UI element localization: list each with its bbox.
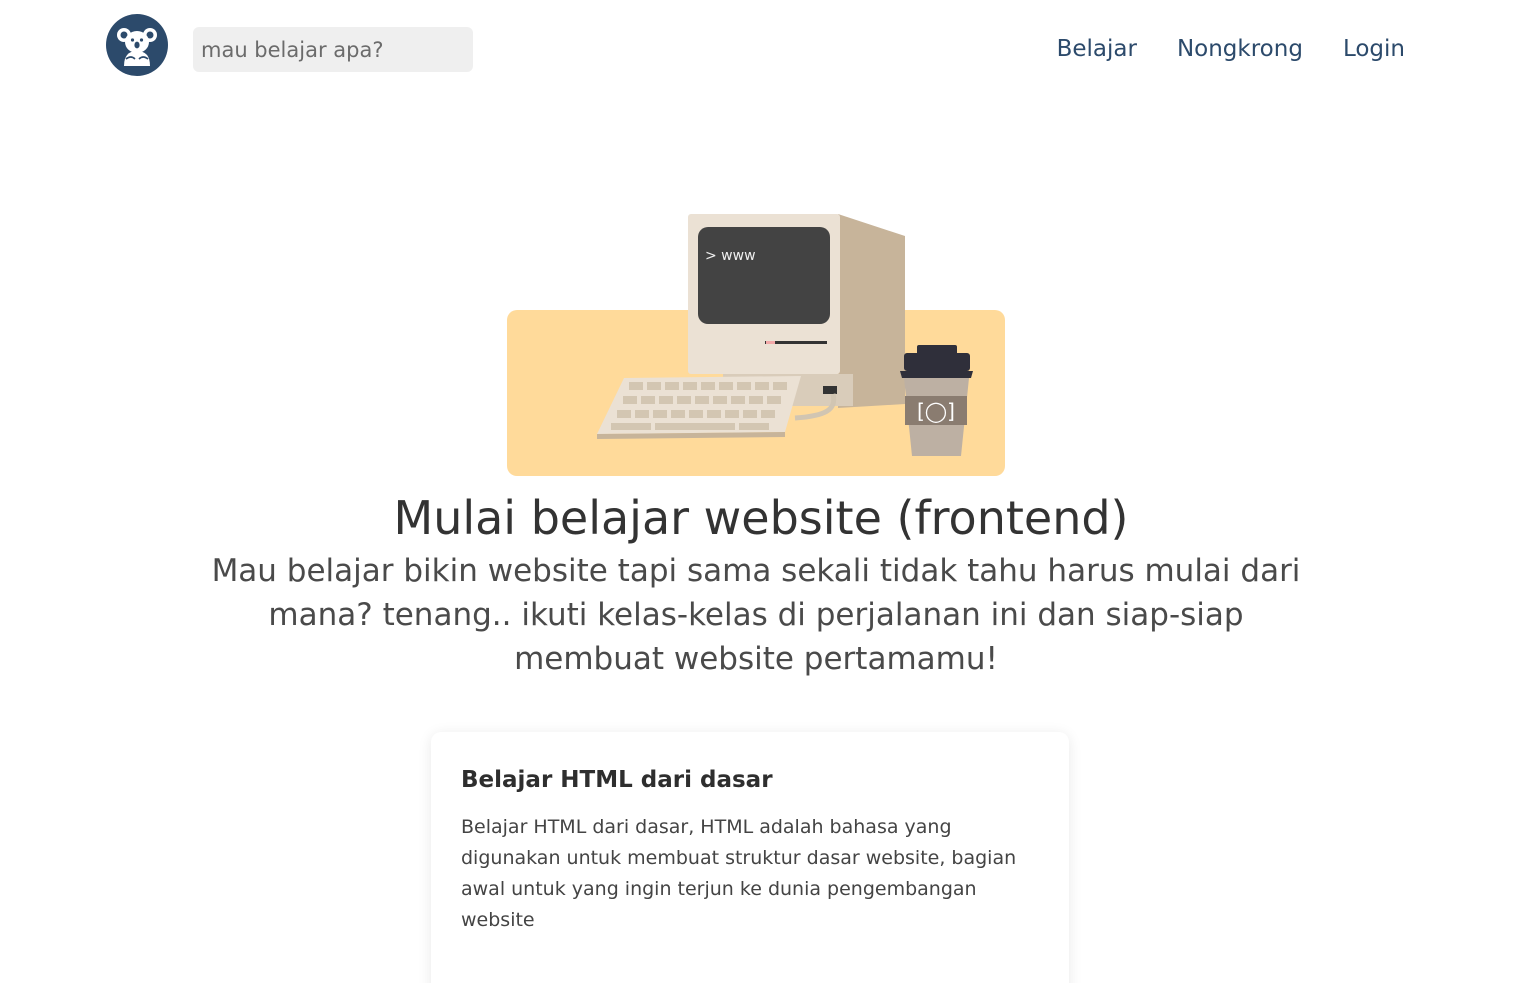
page-subtitle: Mau belajar bikin website tapi sama seka… xyxy=(211,553,1301,677)
screen-text: > www xyxy=(705,248,756,264)
nav-link-login[interactable]: Login xyxy=(1343,33,1405,65)
main-nav: Belajar Nongkrong Login xyxy=(1057,33,1405,65)
nav-link-nongkrong[interactable]: Nongkrong xyxy=(1177,33,1303,65)
koala-icon xyxy=(117,28,157,66)
course-card[interactable]: Belajar HTML dari dasar Belajar HTML dar… xyxy=(431,732,1069,983)
course-card-description: Belajar HTML dari dasar, HTML adalah bah… xyxy=(461,816,1017,931)
logo-link[interactable] xyxy=(106,14,168,76)
search-input[interactable] xyxy=(193,27,473,72)
navbar: Belajar Nongkrong Login xyxy=(0,0,1522,100)
hero-computer-illustration: > www [◯] xyxy=(507,214,1005,476)
svg-text:[◯]: [◯] xyxy=(917,399,955,423)
page-title: Mulai belajar website (frontend) xyxy=(393,491,1129,545)
nav-link-belajar[interactable]: Belajar xyxy=(1057,33,1137,65)
course-card-title: Belajar HTML dari dasar xyxy=(461,767,773,793)
